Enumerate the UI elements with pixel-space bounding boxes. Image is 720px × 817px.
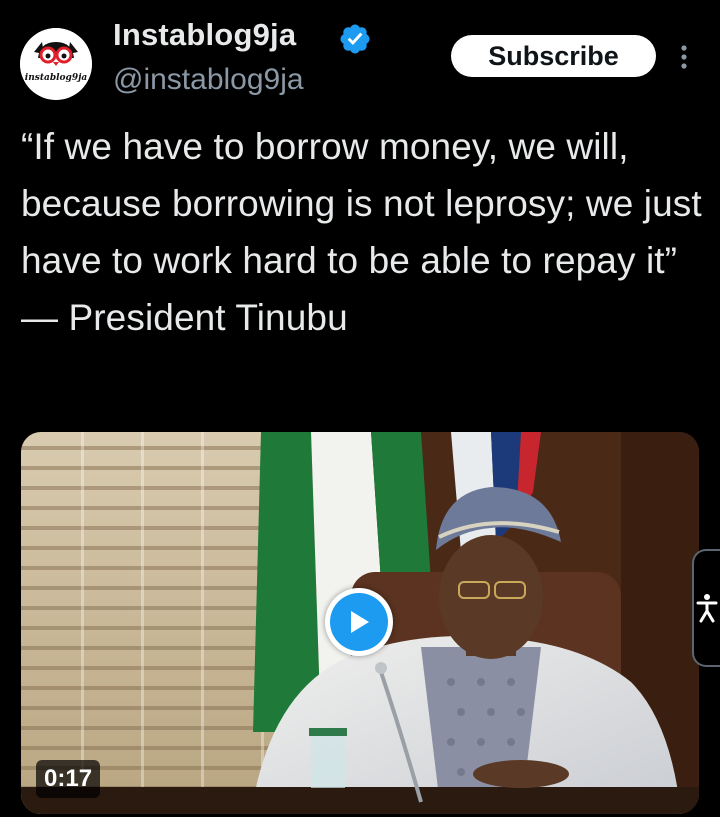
more-vertical-icon[interactable] xyxy=(676,42,692,72)
avatar[interactable]: instablog9ja xyxy=(20,28,92,100)
tweet-text: “If we have to borrow money, we will, be… xyxy=(21,126,702,338)
verified-badge-icon xyxy=(340,24,370,54)
video-duration: 0:17 xyxy=(36,760,101,798)
display-name[interactable]: Instablog9ja xyxy=(113,17,296,53)
play-button[interactable] xyxy=(325,588,393,656)
play-icon xyxy=(330,593,388,651)
svg-text:instablog9ja: instablog9ja xyxy=(25,73,88,83)
subscribe-button[interactable]: Subscribe xyxy=(451,35,656,77)
video-player[interactable]: 0:17 xyxy=(21,432,699,814)
author-handle[interactable]: @instablog9ja xyxy=(113,63,304,97)
accessibility-icon xyxy=(696,594,718,623)
tweet[interactable]: instablog9ja Instablog9ja @instablog9ja … xyxy=(0,0,720,817)
instablog9ja-logo: instablog9ja xyxy=(20,28,92,100)
accessibility-button[interactable] xyxy=(692,549,720,667)
